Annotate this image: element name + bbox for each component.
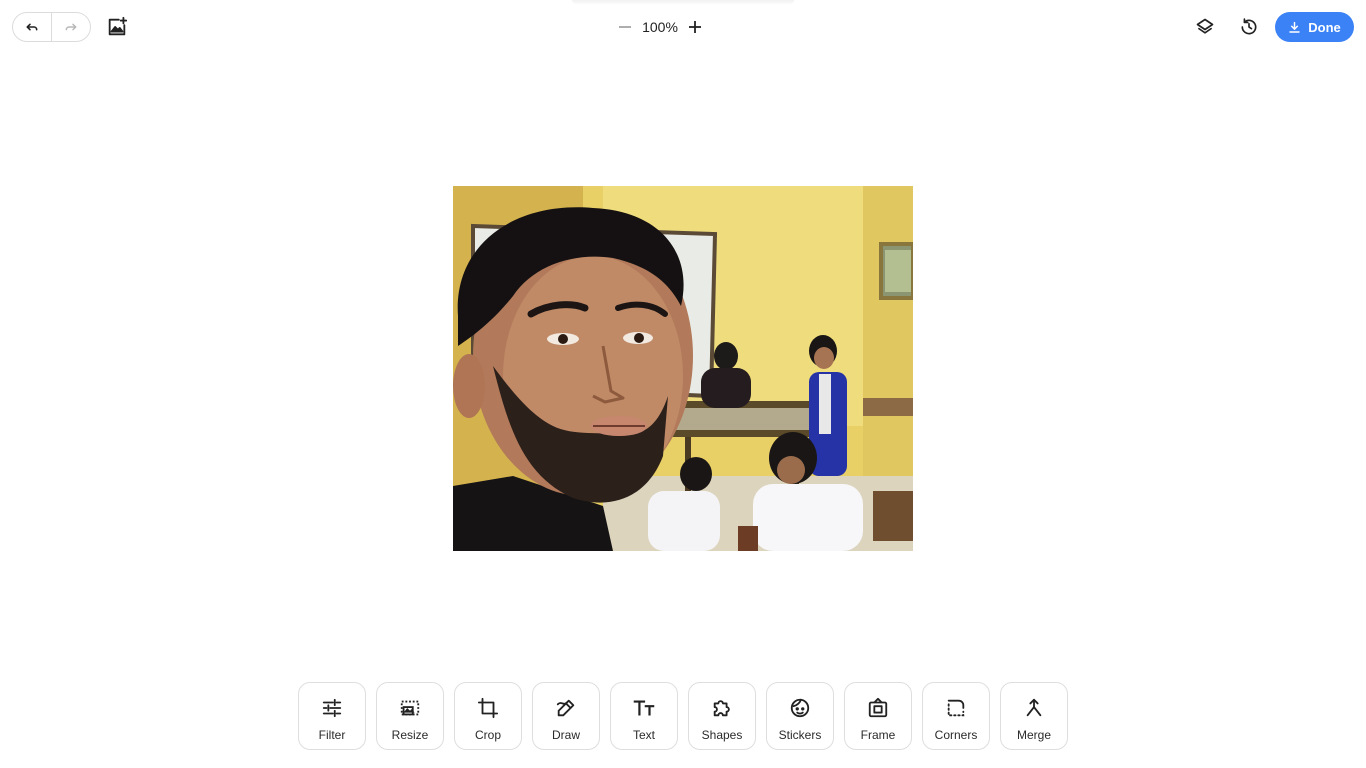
image-editor: 100% Done Filter Resize Crop Draw Text S…	[0, 0, 1366, 768]
tool-frame[interactable]: Frame	[844, 682, 912, 750]
tool-shapes[interactable]: Shapes	[688, 682, 756, 750]
download-icon	[1289, 21, 1300, 33]
tool-filter[interactable]: Filter	[298, 682, 366, 750]
tool-draw[interactable]: Draw	[532, 682, 600, 750]
tool-label: Stickers	[778, 728, 822, 742]
tool-corners[interactable]: Corners	[922, 682, 990, 750]
tool-crop[interactable]: Crop	[454, 682, 522, 750]
sticker-face-icon	[788, 696, 812, 720]
zoom-in-button[interactable]	[684, 16, 706, 38]
history-button[interactable]	[1236, 14, 1262, 40]
tool-merge[interactable]: Merge	[1000, 682, 1068, 750]
merge-icon	[1022, 696, 1046, 720]
tools-toolbar: Filter Resize Crop Draw Text Shapes Stic…	[298, 682, 1068, 750]
tool-label: Filter	[318, 728, 346, 742]
puzzle-icon	[710, 696, 734, 720]
tool-resize[interactable]: Resize	[376, 682, 444, 750]
done-label: Done	[1308, 19, 1341, 35]
crop-icon	[476, 696, 500, 720]
add-image-icon	[108, 16, 128, 36]
history-icon	[1241, 18, 1257, 35]
tool-label: Draw	[551, 728, 580, 742]
top-pull-tab[interactable]	[572, 0, 794, 4]
pen-icon	[554, 696, 578, 720]
text-icon	[632, 696, 656, 720]
tool-label: Corners	[934, 728, 978, 742]
tool-label: Crop	[474, 728, 501, 742]
plus-icon	[689, 21, 701, 33]
undo-redo-group	[12, 12, 91, 42]
sliders-icon	[320, 696, 344, 720]
corners-icon	[944, 696, 968, 720]
add-image-button[interactable]	[104, 14, 130, 40]
resize-icon	[398, 696, 422, 720]
minus-icon	[619, 26, 631, 28]
tool-label: Text	[632, 728, 655, 742]
tool-label: Frame	[860, 728, 896, 742]
canvas-image[interactable]	[453, 186, 913, 551]
tool-label: Shapes	[701, 728, 743, 742]
frame-icon	[866, 696, 890, 720]
zoom-level: 100%	[642, 19, 678, 35]
layers-icon	[1196, 18, 1214, 34]
zoom-control: 100%	[614, 14, 706, 40]
zoom-out-button[interactable]	[614, 16, 636, 38]
photo	[453, 186, 913, 551]
undo-button[interactable]	[13, 13, 51, 41]
tool-label: Resize	[391, 728, 429, 742]
done-button[interactable]: Done	[1275, 12, 1354, 42]
top-bar: 100% Done	[0, 0, 1366, 54]
undo-icon	[26, 23, 38, 31]
tool-stickers[interactable]: Stickers	[766, 682, 834, 750]
redo-icon	[65, 23, 77, 31]
tool-label: Merge	[1016, 728, 1051, 742]
tool-text[interactable]: Text	[610, 682, 678, 750]
layers-button[interactable]	[1192, 14, 1218, 40]
redo-button[interactable]	[51, 13, 90, 41]
